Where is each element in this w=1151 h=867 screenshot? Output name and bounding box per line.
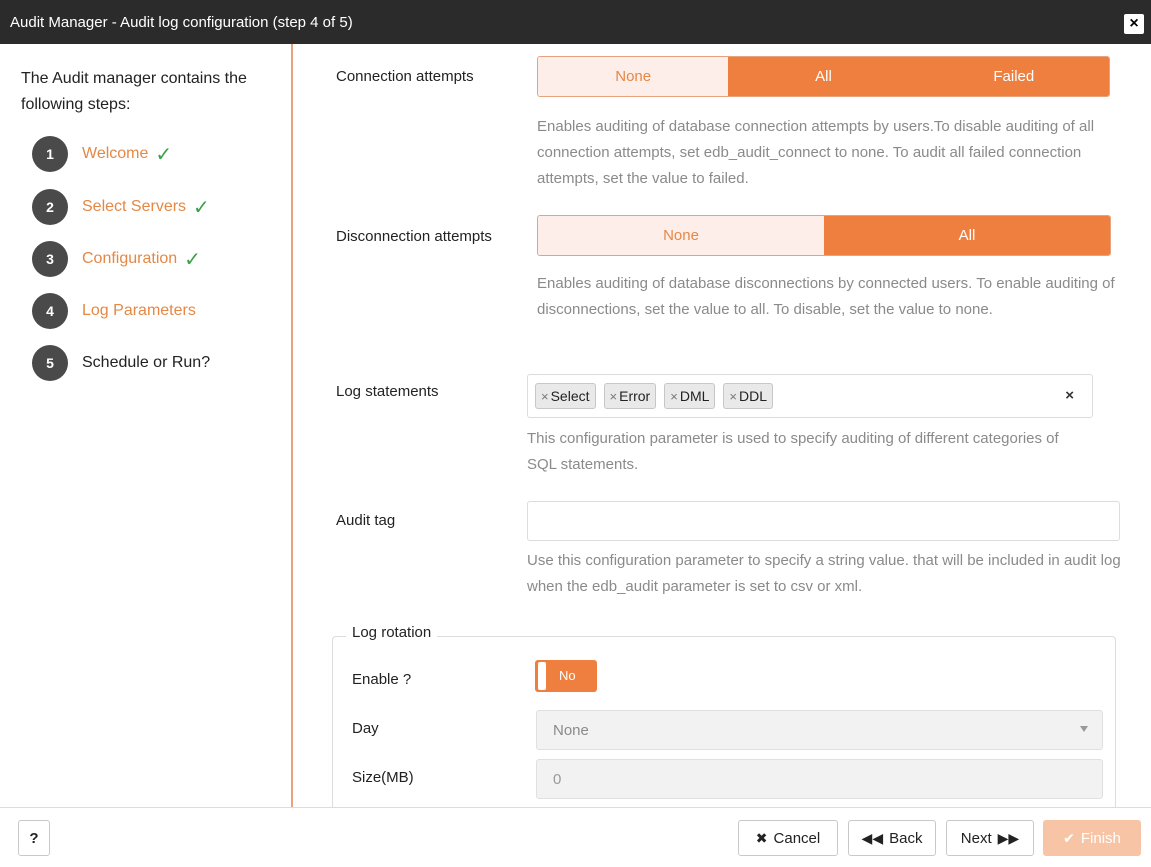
next-label: Next: [960, 829, 992, 847]
checkmark-icon: ✓: [193, 196, 210, 219]
tag-ddl[interactable]: × DDL: [723, 383, 773, 409]
sidebar-intro: The Audit manager contains the following…: [21, 70, 247, 113]
window-title: Audit Manager - Audit log configuration …: [10, 13, 353, 31]
main-form: Connection attempts None All Failed Enab…: [295, 44, 1151, 807]
log-statements-help: This configuration parameter is used to …: [527, 430, 1059, 473]
log-statements-label: Log statements: [336, 383, 439, 400]
disconnection-option-all[interactable]: All: [824, 216, 1110, 255]
remove-tag-icon[interactable]: ×: [610, 389, 618, 404]
disconnection-attempts-label: Disconnection attempts: [336, 228, 492, 245]
disconnection-attempts-help: Enables auditing of database disconnecti…: [537, 275, 1115, 318]
back-button[interactable]: ◀◀ Back: [848, 820, 936, 856]
log-statements-multiselect[interactable]: × Select × Error × DML × DDL ×: [527, 374, 1093, 418]
tag-label: Select: [550, 388, 590, 404]
step-welcome: 1 Welcome ✓: [32, 136, 172, 172]
step-schedule-or-run: 5 Schedule or Run?: [32, 345, 210, 381]
step-label: Select Servers: [82, 198, 187, 215]
enable-switch[interactable]: No: [535, 660, 597, 692]
step-number: 1: [32, 136, 68, 172]
connection-attempts-help: Enables auditing of database connection …: [537, 118, 1095, 187]
next-button[interactable]: Next ▶▶: [946, 820, 1034, 856]
remove-tag-icon[interactable]: ×: [729, 389, 737, 404]
check-icon: ✔: [1063, 829, 1075, 846]
audit-tag-label: Audit tag: [336, 512, 396, 529]
help-icon: ?: [29, 829, 39, 847]
step-number: 2: [32, 189, 68, 225]
day-select[interactable]: None: [536, 710, 1103, 750]
tag-error[interactable]: × Error: [603, 383, 657, 409]
step-label: Schedule or Run?: [82, 354, 211, 371]
tag-label: DML: [679, 388, 710, 404]
disconnection-attempts-toggle: None All: [537, 215, 1111, 256]
step-number: 3: [32, 241, 68, 277]
remove-tag-icon[interactable]: ×: [541, 389, 549, 404]
step-configuration: 3 Configuration ✓: [32, 241, 201, 277]
cancel-label: Cancel: [773, 829, 821, 847]
finish-label: Finish: [1080, 829, 1121, 847]
size-value: 0: [553, 770, 562, 788]
disconnection-option-none[interactable]: None: [538, 216, 824, 255]
back-label: Back: [889, 829, 923, 847]
audit-tag-help: Use this configuration parameter to spec…: [527, 552, 1121, 595]
enable-label: Enable ?: [352, 671, 412, 688]
checkmark-icon: ✓: [155, 143, 173, 166]
close-icon: ✖: [755, 829, 768, 846]
tag-label: Error: [619, 388, 651, 404]
log-rotation-legend: Log rotation: [346, 624, 438, 641]
wizard-steps-sidebar: The Audit manager contains the following…: [0, 44, 293, 807]
back-icon: ◀◀: [861, 829, 884, 846]
clear-all-icon[interactable]: ×: [1065, 387, 1074, 404]
step-label: Configuration: [82, 250, 178, 267]
connection-option-all[interactable]: All: [728, 57, 919, 96]
next-icon: ▶▶: [997, 829, 1020, 846]
switch-knob: [538, 662, 546, 690]
tag-dml[interactable]: × DML: [664, 383, 716, 409]
step-label: Welcome: [82, 145, 149, 162]
size-label: Size(MB): [352, 769, 414, 786]
cancel-button[interactable]: ✖ Cancel: [738, 820, 838, 856]
close-button[interactable]: ×: [1124, 14, 1144, 34]
connection-option-none[interactable]: None: [538, 57, 729, 96]
title-bar: Audit Manager - Audit log configuration …: [0, 0, 1151, 44]
connection-option-failed[interactable]: Failed: [918, 57, 1109, 96]
close-icon: ×: [1129, 15, 1139, 32]
connection-attempts-toggle: None All Failed: [537, 56, 1110, 97]
size-input[interactable]: 0: [536, 759, 1103, 799]
audit-tag-input[interactable]: [527, 501, 1120, 541]
wizard-footer: ? ✖ Cancel ◀◀ Back Next ▶▶ ✔ Finish: [0, 807, 1151, 867]
checkmark-icon: ✓: [184, 248, 201, 271]
tag-select[interactable]: × Select: [535, 383, 596, 409]
day-label: Day: [352, 720, 379, 737]
step-number: 5: [32, 345, 68, 381]
step-log-parameters: 4 Log Parameters: [32, 293, 196, 329]
remove-tag-icon[interactable]: ×: [670, 389, 678, 404]
connection-attempts-label: Connection attempts: [336, 68, 474, 85]
tag-label: DDL: [738, 388, 767, 404]
step-number: 4: [32, 293, 68, 329]
switch-state: No: [559, 668, 576, 683]
step-label: Log Parameters: [82, 302, 196, 319]
help-button[interactable]: ?: [18, 820, 50, 856]
finish-button[interactable]: ✔ Finish: [1043, 820, 1141, 856]
dropdown-caret-icon: [1080, 726, 1088, 732]
step-select-servers: 2 Select Servers ✓: [32, 189, 210, 225]
day-value: None: [553, 721, 589, 739]
